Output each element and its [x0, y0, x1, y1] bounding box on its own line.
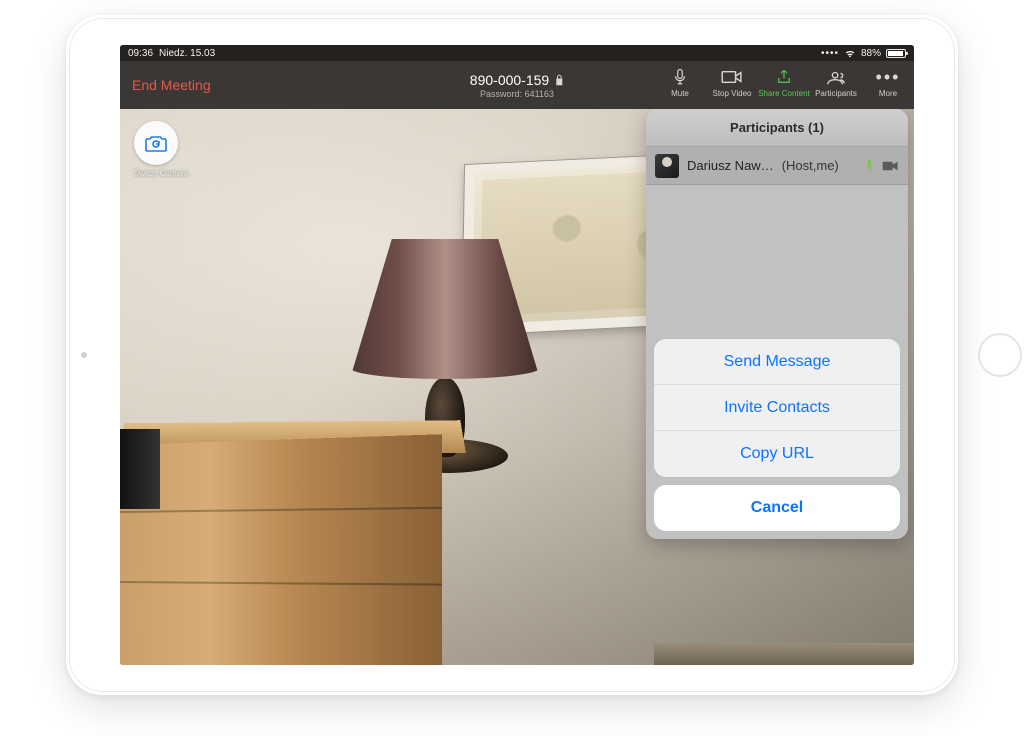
- mute-label: Mute: [671, 89, 689, 98]
- status-bar: 09:36 Niedz. 15.03 •••• 88%: [120, 45, 914, 61]
- participants-button[interactable]: Participants: [810, 67, 862, 98]
- lock-icon: [555, 74, 564, 86]
- battery-percent: 88%: [861, 48, 881, 59]
- participants-icon: [825, 67, 847, 87]
- microphone-icon: [669, 67, 691, 87]
- more-button[interactable]: ••• More: [862, 67, 914, 98]
- participant-row[interactable]: Dariusz Naw… (Host,me): [646, 147, 908, 185]
- stop-video-button[interactable]: Stop Video: [706, 67, 758, 98]
- more-label: More: [879, 89, 897, 98]
- meeting-id: 890-000-159: [470, 72, 549, 88]
- action-sheet: Send Message Invite Contacts Copy URL Ca…: [654, 339, 900, 531]
- battery-icon: [886, 49, 906, 58]
- more-icon: •••: [877, 67, 899, 87]
- camera-status-icon: [882, 160, 899, 172]
- cancel-button[interactable]: Cancel: [654, 485, 900, 531]
- participants-panel-title: Participants (1): [646, 109, 908, 147]
- participants-panel: Participants (1) Dariusz Naw… (Host,me) …: [646, 109, 908, 539]
- avatar: [655, 154, 679, 178]
- invite-contacts-option[interactable]: Invite Contacts: [654, 385, 900, 431]
- front-camera-dot: [81, 352, 87, 358]
- send-message-option[interactable]: Send Message: [654, 339, 900, 385]
- mute-button[interactable]: Mute: [654, 67, 706, 98]
- video-area: Switch Camera Participants (1) Dariusz N…: [120, 109, 914, 665]
- share-content-label: Share Content: [758, 89, 810, 98]
- participants-label: Participants: [815, 89, 857, 98]
- microphone-active-icon: [863, 158, 876, 173]
- screen: 09:36 Niedz. 15.03 •••• 88% End Meeting …: [120, 45, 914, 665]
- share-icon: [773, 67, 795, 87]
- video-camera-icon: [721, 67, 743, 87]
- end-meeting-button[interactable]: End Meeting: [120, 77, 211, 93]
- home-button[interactable]: [978, 333, 1022, 377]
- wifi-icon: [844, 49, 856, 58]
- meeting-password: Password: 641163: [470, 89, 564, 99]
- participant-role: (Host,me): [782, 158, 839, 173]
- ipad-frame: 09:36 Niedz. 15.03 •••• 88% End Meeting …: [66, 15, 958, 695]
- copy-url-option[interactable]: Copy URL: [654, 431, 900, 477]
- status-time: 09:36: [128, 48, 153, 59]
- cellular-dots-icon: ••••: [821, 48, 839, 59]
- switch-camera-icon: [144, 133, 168, 153]
- switch-camera-button[interactable]: [134, 121, 178, 165]
- stop-video-label: Stop Video: [713, 89, 752, 98]
- participant-name: Dariusz Naw…: [687, 158, 774, 173]
- status-date: Niedz. 15.03: [159, 48, 215, 59]
- dresser: [120, 434, 442, 665]
- share-content-button[interactable]: Share Content: [758, 67, 810, 98]
- switch-camera-label: Switch Camera: [134, 169, 188, 178]
- meeting-toolbar: End Meeting 890-000-159 Password: 641163…: [120, 61, 914, 109]
